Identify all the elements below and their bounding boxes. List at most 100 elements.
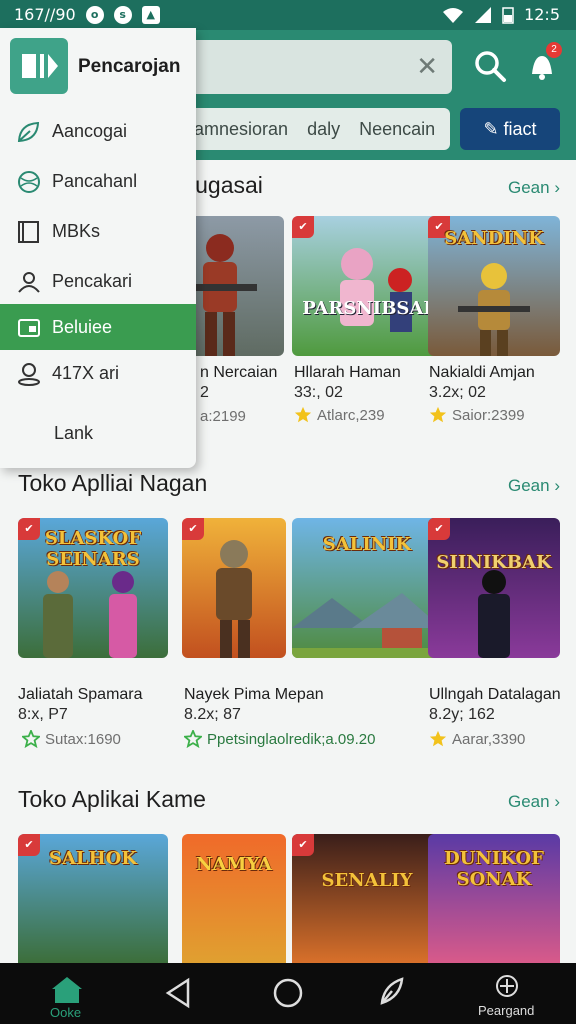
section-title: lugasai	[190, 172, 263, 198]
card-icon	[18, 319, 40, 337]
app-logo	[10, 38, 68, 94]
shop-icon: ▲	[141, 5, 160, 24]
app-rating: Ppetsinglaolredik;a.09.20	[184, 730, 375, 748]
bottom-navigation: Ooke Peargand	[0, 963, 576, 1024]
app-thumbnail[interactable]: ✔ SALHOK	[18, 834, 168, 963]
notification-icon: o	[85, 5, 104, 24]
wifi-icon	[443, 7, 464, 23]
characters-illustration	[43, 571, 137, 658]
app-meta: 8.2y; 162	[429, 706, 495, 723]
ninja-illustration	[478, 570, 510, 658]
fact-button[interactable]: ✎ fiact	[460, 108, 560, 150]
notification-badge: 2	[546, 42, 562, 58]
village-illustration	[292, 593, 442, 658]
drawer-item[interactable]: MBKs	[0, 208, 196, 254]
battery-icon	[502, 6, 514, 24]
soldier-illustration	[458, 263, 530, 356]
app-meta: 8:x, P7	[18, 706, 68, 723]
search-icon[interactable]	[472, 48, 508, 84]
app-thumbnail[interactable]: ✔ PARSNIBSAI	[292, 216, 442, 356]
app-rating: Saior:2399	[429, 406, 525, 424]
star-icon	[429, 406, 447, 423]
status-time-left: 167//90	[14, 5, 76, 24]
filter-chip[interactable]: Neencain	[359, 119, 435, 139]
book-icon	[18, 221, 39, 243]
tag-icon: ✔	[292, 834, 314, 856]
see-more-link[interactable]: Gean ›	[508, 792, 560, 812]
see-more-link[interactable]: Gean ›	[508, 178, 560, 198]
app-rating: Atlarc,239	[294, 406, 385, 424]
app-logo-text: SENALIY	[321, 870, 413, 891]
app-name: Hllarah Haman	[294, 364, 401, 381]
app-thumbnail[interactable]: ✔ SENALIY	[292, 834, 442, 963]
app-thumbnail[interactable]: ✔	[182, 518, 286, 658]
menu-logo-icon	[22, 54, 58, 78]
back-icon[interactable]	[164, 977, 192, 1009]
signal-icon	[475, 6, 492, 23]
app-thumbnail[interactable]: NAMYA	[182, 834, 286, 963]
status-time-right: 12:5	[524, 5, 560, 24]
filter-chips[interactable]: amnesioran daly Neencain	[180, 108, 450, 150]
app-icon: s	[113, 5, 132, 24]
app-logo-text: SLASKOF SEINARS	[44, 528, 142, 570]
fact-button-label: fiact	[503, 119, 537, 139]
app-meta: 2	[200, 384, 209, 401]
app-logo-text: PARSNIBSAI	[302, 298, 432, 319]
navigation-drawer: Pencarojan Aancogai Pancahanl MBKs Penca…	[0, 28, 196, 468]
home-label: Ooke	[50, 1005, 82, 1020]
app-rating: a:2199	[200, 408, 246, 425]
person-icon	[18, 272, 40, 293]
user-icon	[18, 363, 40, 386]
app-name: Jaliatah Spamara	[18, 686, 143, 703]
close-icon[interactable]: ✕	[416, 52, 438, 82]
star-icon	[294, 406, 312, 423]
app-meta: 33:, 02	[294, 384, 343, 401]
app-logo-text: DUNIKOF SONAK	[444, 848, 544, 890]
section-title: Toko Aplikai Kame	[18, 786, 206, 812]
app-name: Ullngah Datalagan	[429, 686, 561, 703]
filter-chip[interactable]: amnesioran	[194, 119, 288, 139]
pen-icon[interactable]	[376, 975, 408, 1009]
app-meta: 3.2x; 02	[429, 384, 486, 401]
star-icon	[22, 730, 40, 748]
app-logo-text: SANDINK	[444, 228, 544, 249]
search-input[interactable]: ✕	[180, 40, 452, 94]
status-bar: 167//90 o s ▲ 12:5	[0, 0, 576, 30]
app-thumbnail[interactable]: SALINIK	[292, 518, 442, 658]
app-rating: Sutax:1690	[22, 730, 121, 748]
star-icon	[429, 730, 447, 747]
leaf-icon	[17, 121, 40, 143]
app-logo-text: NAMYA	[195, 854, 272, 875]
app-thumbnail[interactable]: ✔ SANDINK	[428, 216, 560, 356]
drawer-item[interactable]: Aancogai	[0, 108, 196, 154]
app-name: Nayek Pima Mepan	[184, 686, 324, 703]
tag-icon: ✔	[428, 518, 450, 540]
app-thumbnail[interactable]: ✔ SLASKOF SEINARS	[18, 518, 168, 658]
nav-label: Peargand	[478, 1003, 535, 1018]
drawer-item[interactable]: 417X ari	[0, 350, 196, 396]
section-title: Toko Aplliai Nagan	[18, 470, 208, 496]
drawer-item-active[interactable]: Beluiee	[0, 304, 196, 350]
compass-icon[interactable]	[494, 973, 520, 999]
app-thumbnail[interactable]: ✔ SIINIKBAK	[428, 518, 560, 658]
filter-chip[interactable]: daly	[307, 119, 340, 139]
drawer-item[interactable]: Pencakari	[0, 258, 196, 304]
drawer-item[interactable]: Pancahanl	[0, 158, 196, 204]
tag-icon: ✔	[292, 216, 314, 238]
app-logo-text: SALHOK	[49, 848, 137, 869]
app-thumbnail[interactable]: DUNIKOF SONAK	[428, 834, 560, 963]
app-logo-text: SALINIK	[322, 534, 412, 555]
app-meta: 8.2x; 87	[184, 706, 241, 723]
star-icon	[184, 730, 202, 748]
see-more-link[interactable]: Gean ›	[508, 476, 560, 496]
drawer-title: Pencarojan	[78, 56, 181, 77]
character-illustration	[340, 248, 412, 332]
drawer-item[interactable]: Lank	[0, 410, 196, 456]
warrior-illustration	[216, 540, 252, 658]
globe-icon	[18, 171, 40, 193]
home-icon[interactable]	[50, 975, 84, 1005]
app-rating: Aarar,3390	[429, 730, 525, 748]
app-name: Nakialdi Amjan	[429, 364, 535, 381]
app-name: n Nercaian	[200, 364, 278, 381]
home-circle-icon[interactable]	[272, 977, 304, 1009]
